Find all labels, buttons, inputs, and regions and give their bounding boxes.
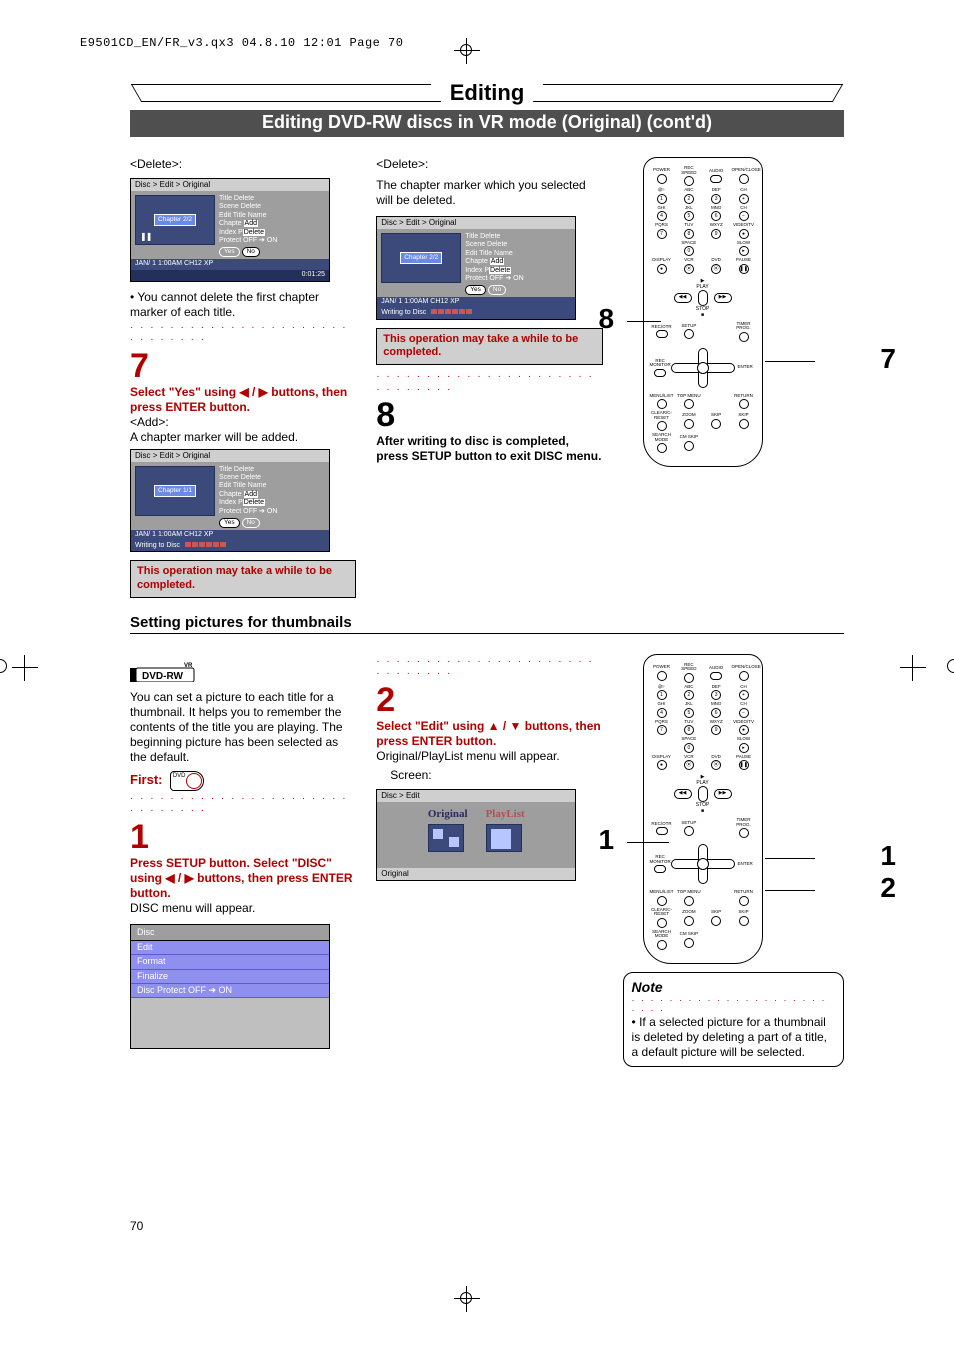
top-col-remote: POWERREC SPEEDAUDIOOPEN/CLOSE@!·1ABC2DEF… <box>623 157 844 604</box>
registration-semi-left <box>0 659 7 673</box>
add-label: <Add>: <box>130 415 356 430</box>
callout-1-right: 1 <box>880 840 896 872</box>
step-1-text: Press SETUP button. Select "DISC" using … <box>130 856 356 901</box>
dots-div-1: · · · · · · · · · · · · · · · · · · · · … <box>130 322 356 347</box>
step-8-text: After writing to disc is completed, pres… <box>376 434 602 464</box>
registration-mark-bottom <box>454 1286 480 1312</box>
bottom-col-1: VR DVD-RW You can set a picture to each … <box>130 654 356 1067</box>
step-7-text: Select "Yes" using ◀ / ▶ buttons, then p… <box>130 385 356 415</box>
add-text: A chapter marker will be added. <box>130 430 356 445</box>
delete-label-2: <Delete>: <box>376 157 602 172</box>
osd1-breadcrumb: Disc > Edit > Original <box>131 179 329 191</box>
osd-screenshot-3: Disc > Edit > Original Chapter 2/2 Title… <box>376 216 576 320</box>
registration-mark-right <box>900 655 926 681</box>
note-title: Note <box>632 979 835 995</box>
step-8-number: 8 <box>376 398 602 432</box>
top-columns: <Delete>: Disc > Edit > Original Chapter… <box>130 157 844 604</box>
registration-mark-top <box>454 38 480 64</box>
step-2-number: 2 <box>376 683 602 717</box>
first-label: First: <box>130 772 163 787</box>
delete-explain: The chapter marker which you selected wi… <box>376 178 602 208</box>
step-1-tail: DISC menu will appear. <box>130 901 356 916</box>
osd1-menu: Title Delete Scene Delete Edit Title Nam… <box>219 195 325 257</box>
sub-heading-bar: Editing DVD-RW discs in VR mode (Origina… <box>130 110 844 137</box>
screen-label: Screen: <box>390 768 602 783</box>
step-2-text: Select "Edit" using ▲ / ▼ buttons, then … <box>376 719 602 749</box>
vr-dvdrw-badge: VR DVD-RW <box>130 660 200 682</box>
bottom-col-2: · · · · · · · · · · · · · · · · · · · · … <box>376 654 602 1067</box>
osd-screenshot-1: Disc > Edit > Original Chapter 2/2 ❚❚ Ti… <box>130 178 330 282</box>
delete-label-1: <Delete>: <box>130 157 356 172</box>
bottom-columns: VR DVD-RW You can set a picture to each … <box>130 654 844 1067</box>
osd-screenshot-2: Disc > Edit > Original Chapter 1/1 Title… <box>130 449 330 553</box>
osd1-preview: Chapter 2/2 ❚❚ <box>135 195 215 245</box>
step-2-tail: Original/PlayList menu will appear. <box>376 749 602 764</box>
step-1-number: 1 <box>130 820 356 854</box>
callout-2-right: 2 <box>880 872 896 904</box>
note-box: Note · · · · · · · · · · · · · · · · · ·… <box>623 972 844 1067</box>
registration-mark-left <box>12 655 38 681</box>
disc-icon: DVD <box>170 771 204 791</box>
page-number: 70 <box>130 1219 143 1233</box>
chapter-title: Editing <box>430 80 545 106</box>
osd1-progress: 0:01:25 <box>131 270 329 281</box>
note-first-chapter: You cannot delete the first chapter mark… <box>130 290 356 320</box>
disc-menu-screenshot: Disc Edit Format Finalize Disc Protect O… <box>130 924 330 1049</box>
section-thumbnails-heading: Setting pictures for thumbnails <box>130 614 844 634</box>
top-col-2: <Delete>: The chapter marker which you s… <box>376 157 602 604</box>
remote-illustration-top: POWERREC SPEEDAUDIOOPEN/CLOSE@!·1ABC2DEF… <box>643 157 763 467</box>
print-header: E9501CD_EN/FR_v3.qx3 04.8.10 12:01 Page … <box>80 36 894 50</box>
warning-box-1: This operation may take a while to be co… <box>130 560 356 598</box>
top-col-1: <Delete>: Disc > Edit > Original Chapter… <box>130 157 356 604</box>
bottom-col-remote: POWERREC SPEEDAUDIOOPEN/CLOSE@!·1ABC2DEF… <box>623 654 844 1067</box>
callout-8: 8 <box>599 303 615 335</box>
thumbnails-intro: You can set a picture to each title for … <box>130 690 356 765</box>
warning-box-2: This operation may take a while to be co… <box>376 328 602 366</box>
registration-semi-right <box>947 659 954 673</box>
callout-7: 7 <box>880 343 896 375</box>
osd1-chapter-tag: Chapter 2/2 <box>154 214 196 226</box>
callout-1-left: 1 <box>599 824 615 856</box>
chapter-heading-row: Editing <box>130 80 844 106</box>
remote-illustration-bottom: POWERREC SPEEDAUDIOOPEN/CLOSE@!·1ABC2DEF… <box>643 654 763 964</box>
note-body: If a selected picture for a thumbnail is… <box>632 1015 835 1060</box>
osd-edit-screenshot: Disc > Edit Original PlayList Original <box>376 789 576 881</box>
svg-text:DVD-RW: DVD-RW <box>142 671 183 682</box>
step-7-number: 7 <box>130 349 356 383</box>
osd1-footer-time: JAN/ 1 1:00AM CH12 XP <box>131 259 329 270</box>
